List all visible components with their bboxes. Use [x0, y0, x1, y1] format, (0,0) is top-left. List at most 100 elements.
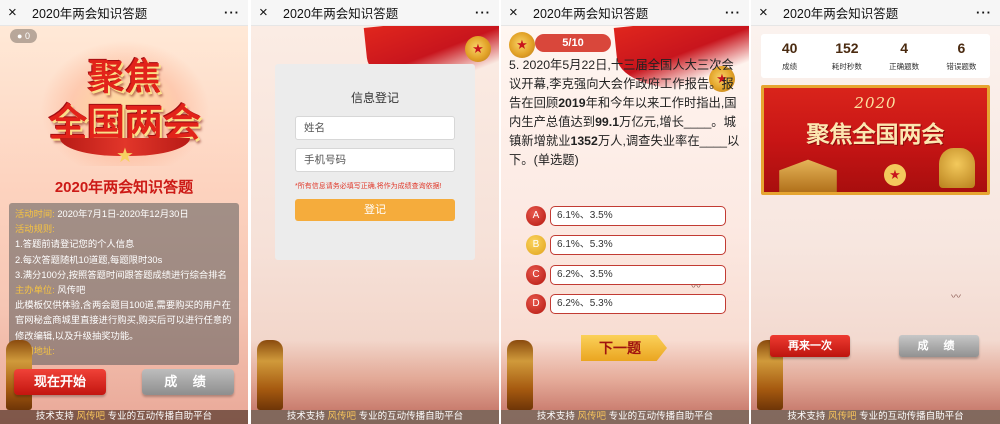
stat-value: 6	[957, 40, 966, 56]
stat-score: 40 成绩	[761, 34, 818, 78]
title-bar: × 2020年两会知识答题 ···	[0, 0, 248, 26]
host-row: 主办单位: 风传吧	[15, 283, 233, 298]
stat-label: 正确题数	[889, 62, 920, 71]
registration-title: 信息登记	[350, 91, 399, 105]
event-banner: 2020 聚焦全国两会 ★	[761, 85, 990, 195]
question-text: 5. 2020年5月22日,十三届全国人大三次会议开幕,李克强向大会作政府工作报…	[509, 56, 741, 170]
lantern-decoration	[507, 340, 533, 410]
window-title: 2020年两会知识答题	[32, 7, 148, 21]
lion-icon	[939, 148, 975, 188]
footer-suffix: 专业的互动传播自助平台	[358, 411, 464, 422]
option-letter: D	[526, 294, 546, 314]
footer-prefix: 技术支持	[536, 411, 575, 422]
more-icon[interactable]: ···	[976, 5, 992, 20]
question-text-bold: 99.1	[595, 115, 620, 129]
title-bar: × 2020年两会知识答题 ···	[751, 0, 1000, 26]
activity-info-panel: 活动时间: 2020年7月1日-2020年12月30日 活动规则: 1.答题前请…	[9, 203, 239, 365]
footer-brand[interactable]: 风传吧	[828, 411, 857, 422]
rules-label: 活动规则:	[15, 224, 55, 235]
window-title: 2020年两会知识答题	[283, 7, 399, 21]
option-text: 6.1%、3.5%	[550, 206, 726, 226]
screens-row: × 2020年两会知识答题 ··· ● 0 聚焦 全国两会 ★ 2020年两会知…	[0, 0, 1000, 424]
option-text: 6.2%、5.3%	[550, 294, 726, 314]
banner-year: 2020	[854, 94, 897, 112]
result-content: 40 成绩 152 耗时秒数 4 正确题数 6 错误题数 2020 聚焦全国两会…	[751, 26, 1000, 424]
footer-prefix: 技术支持	[286, 411, 325, 422]
result-screen: × 2020年两会知识答题 ··· 40 成绩 152 耗时秒数 4 正确题数	[751, 0, 1000, 424]
stat-correct: 4 正确题数	[876, 34, 933, 78]
host-label: 主办单位:	[15, 285, 55, 296]
footer-prefix: 技术支持	[35, 411, 74, 422]
stat-value: 4	[900, 40, 909, 56]
stat-value: 40	[781, 40, 798, 56]
time-value: 2020年7月1日-2020年12月30日	[57, 209, 189, 219]
footer-brand[interactable]: 风传吧	[327, 411, 356, 422]
close-icon[interactable]: ×	[759, 4, 775, 21]
city-silhouette	[251, 340, 499, 410]
stat-label: 耗时秒数	[831, 62, 862, 71]
emblem-icon: ★	[465, 36, 491, 62]
footer-credit: 技术支持 风传吧 专业的互动传播自助平台	[501, 410, 749, 424]
option-b[interactable]: B 6.1%、5.3%	[526, 235, 726, 255]
banner-slogan: 聚焦全国两会	[806, 121, 945, 148]
title-bar: × 2020年两会知识答题 ···	[251, 0, 499, 26]
user-icon: ●	[17, 31, 23, 41]
close-icon[interactable]: ×	[259, 4, 275, 21]
question-screen: × 2020年两会知识答题 ··· ★ ★ 5/10 5. 2020年5月22日…	[501, 0, 749, 424]
registration-card: 信息登记 *所有信息请务必填写正确,将作为成绩查询依据! 登记	[275, 64, 475, 260]
close-icon[interactable]: ×	[509, 4, 525, 21]
time-label: 活动时间:	[15, 209, 55, 219]
question-text-bold: 1352	[570, 134, 598, 148]
option-letter: A	[526, 206, 546, 226]
result-stats: 40 成绩 152 耗时秒数 4 正确题数 6 错误题数	[761, 34, 990, 78]
site-row: 官网地址:	[15, 344, 233, 359]
footer-suffix: 专业的互动传播自助平台	[608, 411, 714, 422]
more-icon[interactable]: ···	[475, 5, 491, 20]
template-description: 此模板仅供体验,含两会题目100道,需要购买的用户在官网秘盒商城里直接进行购买,…	[15, 300, 232, 341]
start-button[interactable]: 现在开始	[14, 369, 106, 395]
stat-value: 152	[835, 40, 859, 56]
tiananmen-icon	[779, 159, 837, 192]
footer-credit: 技术支持 风传吧 专业的互动传播自助平台	[751, 410, 1000, 424]
rule-3: 3.满分100分,按照答题时间跟答题成绩进行综合排名	[15, 269, 227, 280]
option-a[interactable]: A 6.1%、3.5%	[526, 206, 726, 226]
name-input[interactable]	[295, 116, 455, 140]
option-letter: B	[526, 235, 546, 255]
visit-count: 0	[24, 31, 30, 41]
registration-note: *所有信息请务必填写正确,将作为成绩查询依据!	[295, 183, 442, 190]
retry-button[interactable]: 再来一次	[770, 335, 850, 357]
footer-brand[interactable]: 风传吧	[577, 411, 606, 422]
register-screen: × 2020年两会知识答题 ··· ★ 信息登记 *所有信息请务必填写正确,将作…	[251, 0, 499, 424]
rule-1: 1.答题前请登记您的个人信息	[15, 239, 135, 250]
footer-suffix: 专业的互动传播自助平台	[107, 411, 213, 422]
score-button[interactable]: 成 绩	[899, 335, 979, 357]
home-screen: × 2020年两会知识答题 ··· ● 0 聚焦 全国两会 ★ 2020年两会知…	[0, 0, 248, 424]
event-logo: 聚焦 全国两会 ★	[40, 40, 210, 167]
register-content: ★ 信息登记 *所有信息请务必填写正确,将作为成绩查询依据! 登记 技术支持 风…	[251, 26, 499, 424]
footer-credit: 技术支持 风传吧 专业的互动传播自助平台	[0, 410, 248, 424]
register-button[interactable]: 登记	[295, 199, 455, 221]
birds-decoration: 〰	[691, 282, 701, 293]
footer-suffix: 专业的互动传播自助平台	[859, 411, 964, 422]
window-title: 2020年两会知识答题	[783, 7, 899, 21]
footer-prefix: 技术支持	[787, 411, 826, 422]
question-text-bold: 2019	[558, 96, 586, 110]
window-title: 2020年两会知识答题	[533, 7, 649, 21]
footer-brand[interactable]: 风传吧	[76, 411, 105, 422]
score-button[interactable]: 成 绩	[142, 369, 234, 395]
visit-counter: ● 0	[10, 29, 37, 43]
next-question-button[interactable]: 下一题	[581, 335, 667, 361]
question-content: ★ ★ 5/10 5. 2020年5月22日,十三届全国人大三次会议开幕,李克强…	[501, 26, 749, 424]
close-icon[interactable]: ×	[8, 4, 24, 21]
option-letter: C	[526, 265, 546, 285]
stat-label: 错误题数	[946, 62, 977, 71]
title-bar: × 2020年两会知识答题 ···	[501, 0, 749, 26]
more-icon[interactable]: ···	[224, 5, 240, 20]
host-value: 风传吧	[57, 285, 86, 296]
more-icon[interactable]: ···	[725, 5, 741, 20]
question-progress: 5/10	[535, 34, 611, 52]
option-d[interactable]: D 6.2%、5.3%	[526, 294, 726, 314]
phone-input[interactable]	[295, 148, 455, 172]
rule-2: 2.每次答题随机10道题,每题限时30s	[15, 254, 163, 265]
stat-time: 152 耗时秒数	[818, 34, 875, 78]
